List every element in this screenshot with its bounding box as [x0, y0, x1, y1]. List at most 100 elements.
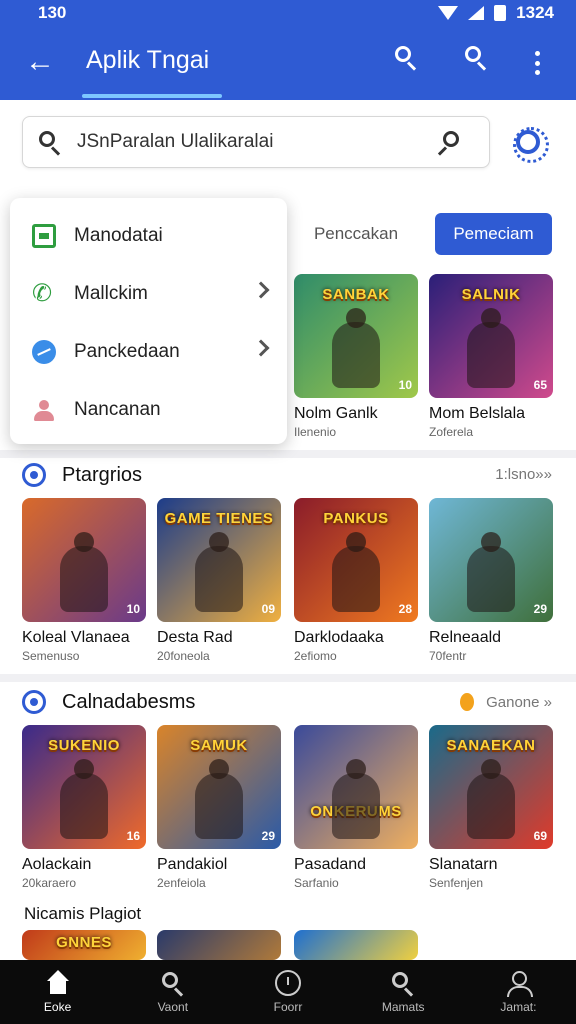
menu-item-manodatai[interactable]: Manodatai: [10, 207, 287, 265]
game-card[interactable]: 10 Koleal Vlanaea Semenuso: [22, 498, 146, 663]
game-thumbnail: 10: [22, 498, 146, 622]
character-art: [467, 532, 515, 612]
coin-icon: [460, 693, 475, 711]
wifi-icon: [438, 6, 459, 20]
rating-badge: 65: [533, 378, 547, 392]
see-all-link[interactable]: 1:lsno»»: [495, 466, 552, 483]
section-title: Calnadabesms: [62, 690, 196, 713]
game-logo-text: PANKUS: [323, 510, 389, 527]
nav-item-search[interactable]: Vaont: [115, 960, 230, 1024]
tab-penccakan[interactable]: Penccakan: [300, 214, 412, 254]
game-card[interactable]: SAMUK 29 Pandakiol 2enfeiola: [157, 725, 281, 890]
game-card[interactable]: SANAEKAN 69 Slanatarn Senfenjen: [429, 725, 553, 890]
user-icon: [32, 398, 56, 422]
section-title: Nicamis Plagiot: [24, 904, 142, 923]
nav-item-profile[interactable]: Jamat:: [461, 960, 576, 1024]
game-thumbnail: SALNIK 65: [429, 274, 553, 398]
menu-item-panckedaan[interactable]: Panckedaan: [10, 323, 287, 381]
nav-label: Foorr: [273, 1000, 303, 1014]
title-underline: [82, 94, 222, 98]
nav-label: Vaont: [157, 1000, 189, 1014]
menu-item-label: Nancanan: [74, 399, 161, 420]
home-icon: [45, 970, 71, 996]
game-card[interactable]: SALNIK 65 Mom Belslala Zoferela: [429, 274, 553, 439]
character-art: [60, 532, 108, 612]
menu-item-label: Manodatai: [74, 225, 163, 246]
game-card[interactable]: [157, 930, 281, 960]
game-subtitle: 2efiomo: [294, 649, 337, 663]
section-header: Nicamis Plagiot: [24, 904, 141, 924]
section-divider: [0, 450, 576, 458]
menu-item-nancanan[interactable]: Nancanan: [10, 381, 287, 439]
character-art: [60, 759, 108, 839]
game-subtitle: Ilenenio: [294, 425, 337, 439]
settings-button[interactable]: [510, 124, 549, 163]
chevron-right-icon: [252, 281, 270, 299]
status-clock: 1324: [516, 3, 554, 22]
game-card[interactable]: SUKENIO 16 Aolackain 20karaero: [22, 725, 146, 890]
rating-badge: 09: [261, 602, 275, 616]
game-logo-text: SAMUK: [190, 737, 248, 754]
rating-badge: 28: [398, 602, 412, 616]
search-submit-icon[interactable]: [435, 129, 461, 156]
game-thumbnail: PANKUS 28: [294, 498, 418, 622]
search-input[interactable]: JSnParalan Ulalikaralai: [22, 116, 490, 168]
section-icon: [22, 690, 46, 714]
section-title: Ptargrios: [62, 463, 143, 486]
game-logo-text: GAME TIENES: [164, 510, 274, 527]
game-card[interactable]: GAME TIENES 09 Desta Rad 20foneola: [157, 498, 281, 663]
game-thumbnail: SANBAK 10: [294, 274, 418, 398]
nav-item-explore[interactable]: Mamats: [346, 960, 461, 1024]
search-icon[interactable]: [463, 44, 499, 80]
game-subtitle: 70fentr: [429, 649, 467, 663]
back-arrow-icon[interactable]: ←: [22, 42, 58, 82]
more-options-icon[interactable]: [527, 48, 547, 78]
gear-icon: [513, 127, 549, 163]
game-subtitle: Sarfanio: [294, 876, 339, 890]
game-card[interactable]: ONKERUMS Pasadand Sarfanio: [294, 725, 418, 890]
game-card[interactable]: [294, 930, 418, 960]
card-icon: [32, 224, 56, 248]
game-thumbnail: 29: [429, 498, 553, 622]
game-card[interactable]: SANBAK 10 Nolm Ganlk Ilenenio: [294, 274, 418, 439]
clock-icon: [275, 970, 301, 996]
page-title: Aplik Tngai: [86, 46, 210, 74]
game-title: Aolackain: [22, 856, 92, 873]
see-all-link[interactable]: Ganone »: [460, 693, 552, 711]
game-card[interactable]: 29 Relneaald 70fentr: [429, 498, 553, 663]
nav-item-home[interactable]: Eoke: [0, 960, 115, 1024]
status-bar: 130 1324: [0, 0, 576, 26]
battery-icon: [494, 5, 507, 21]
game-thumbnail: SUKENIO 16: [22, 725, 146, 849]
game-subtitle: Senfenjen: [429, 876, 484, 890]
tab-pemeciam[interactable]: Pemeciam: [435, 213, 552, 255]
search-icon: [390, 970, 416, 997]
character-art: [195, 759, 243, 839]
game-card[interactable]: GNNES: [22, 930, 146, 960]
messenger-icon: [32, 340, 56, 364]
menu-item-label: Mallckim: [74, 283, 148, 304]
game-thumbnail: GNNES: [22, 930, 146, 960]
search-icon[interactable]: [393, 44, 429, 80]
search-icon: [37, 129, 63, 156]
game-subtitle: 2enfeiola: [157, 876, 206, 890]
search-input-value[interactable]: JSnParalan Ulalikaralai: [77, 131, 435, 153]
game-thumbnail: ONKERUMS: [294, 725, 418, 849]
character-art: [467, 308, 515, 388]
section-header: Calnadabesms: [22, 690, 195, 714]
search-icon: [160, 970, 186, 997]
section-icon: [22, 463, 46, 487]
nav-item-history[interactable]: Foorr: [230, 960, 345, 1024]
dropdown-menu: Manodatai ✆ Mallckim Panckedaan Nancanan: [10, 198, 287, 444]
game-logo-text: SANBAK: [322, 286, 390, 303]
game-title: Slanatarn: [429, 856, 498, 873]
game-thumbnail: SAMUK 29: [157, 725, 281, 849]
section-header: Ptargrios: [22, 463, 142, 487]
menu-item-mallckim[interactable]: ✆ Mallckim: [10, 265, 287, 323]
see-all-label: Ganone »: [486, 693, 552, 711]
nav-label: Mamats: [381, 1000, 425, 1014]
game-title: Desta Rad: [157, 629, 233, 646]
game-logo-text: GNNES: [56, 934, 112, 951]
game-card[interactable]: PANKUS 28 Darklodaaka 2efiomo: [294, 498, 418, 663]
game-title: Darklodaaka: [294, 629, 384, 646]
